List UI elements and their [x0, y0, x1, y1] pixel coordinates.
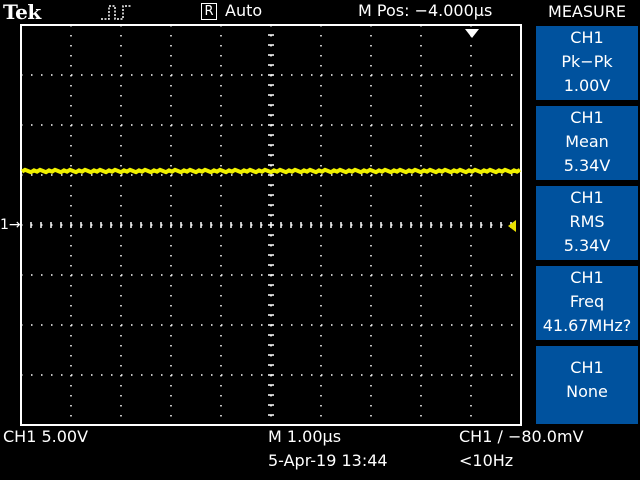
- measure-type: Pk−Pk: [561, 52, 613, 71]
- measure-slot-3[interactable]: CH1 RMS 5.34V: [536, 186, 638, 260]
- graticule: [20, 24, 522, 426]
- measure-type: Mean: [565, 132, 609, 151]
- trigger-pulse-icon: [101, 5, 131, 20]
- measure-slot-1[interactable]: CH1 Pk−Pk 1.00V: [536, 26, 638, 100]
- measure-value: 5.34V: [563, 156, 611, 175]
- channel-ground-marker: 1→: [0, 217, 21, 233]
- measure-slot-4[interactable]: CH1 Freq 41.67MHz?: [536, 266, 638, 340]
- horizontal-position: M Pos: −4.000µs: [358, 1, 493, 20]
- channel-marker-label: 1: [0, 217, 9, 233]
- trigger-frequency-readout: <10Hz: [459, 451, 514, 470]
- measure-menu-title: MEASURE: [534, 0, 640, 24]
- waveform-trace: [20, 167, 522, 175]
- measure-channel: CH1: [570, 28, 604, 47]
- measure-channel: CH1: [570, 108, 604, 127]
- status-bar: Tek R Auto M Pos: −4.000µs: [0, 0, 534, 24]
- channel-scale-readout: CH1 5.00V: [3, 427, 89, 446]
- timebase-readout: M 1.00µs: [268, 427, 342, 446]
- measure-slot-5[interactable]: CH1 None: [536, 346, 638, 424]
- measure-value: 41.67MHz?: [542, 316, 632, 335]
- measure-type: RMS: [569, 212, 605, 231]
- measure-channel: CH1: [570, 358, 604, 377]
- measure-value: 5.34V: [563, 236, 611, 255]
- measure-channel: CH1: [570, 268, 604, 287]
- measure-type: None: [566, 382, 608, 401]
- measure-value: 1.00V: [563, 76, 611, 95]
- date-time-readout: 5-Apr-19 13:44: [268, 451, 388, 470]
- trigger-mode: Auto: [225, 1, 263, 20]
- horizontal-position-marker-icon: [465, 29, 479, 38]
- acquisition-state-badge: R: [201, 3, 217, 20]
- measure-channel: CH1: [570, 188, 604, 207]
- trigger-level-marker-icon: [508, 220, 516, 232]
- brand-logo: Tek: [3, 0, 41, 24]
- readout-bar: CH1 5.00V M 1.00µs 5-Apr-19 13:44 CH1 ∕ …: [0, 426, 640, 480]
- measure-menu: MEASURE CH1 Pk−Pk 1.00V CH1 Mean 5.34V C…: [534, 0, 640, 425]
- measure-slot-2[interactable]: CH1 Mean 5.34V: [536, 106, 638, 180]
- measure-type: Freq: [569, 292, 605, 311]
- trigger-readout: CH1 ∕ −80.0mV: [459, 427, 584, 446]
- waveform-display[interactable]: [20, 24, 522, 426]
